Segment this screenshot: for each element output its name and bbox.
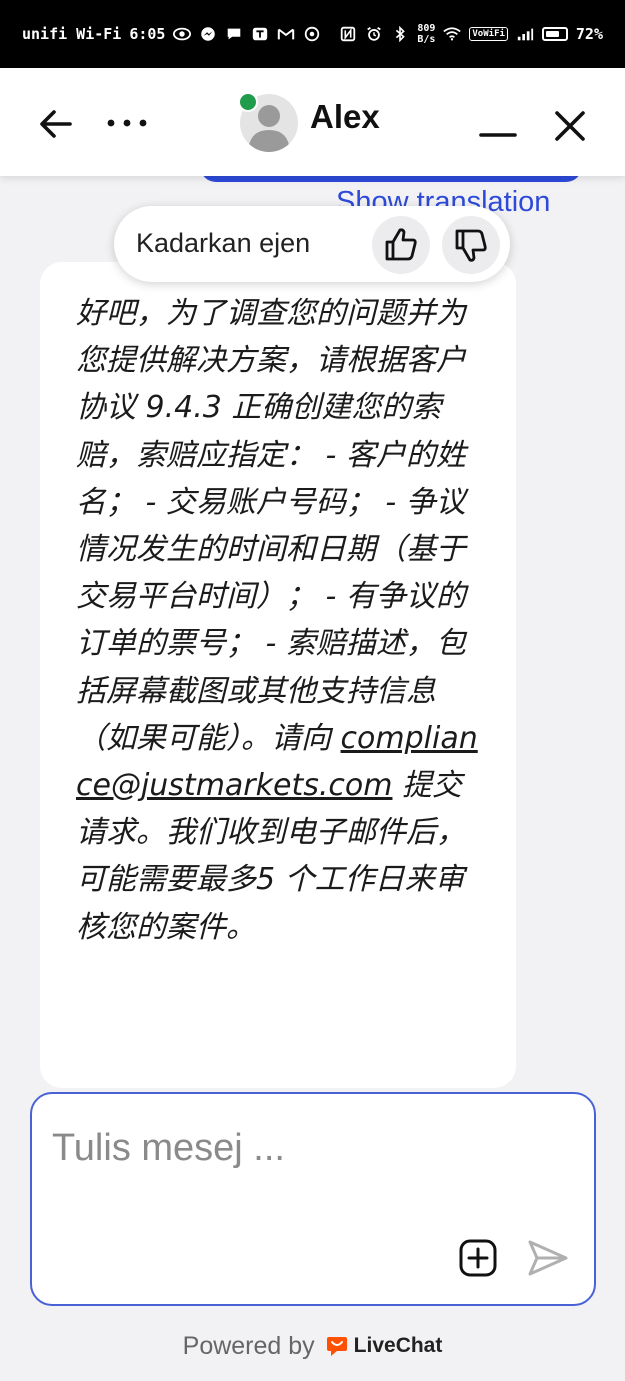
thumbs-up-icon <box>385 228 417 261</box>
clock: 6:05 <box>129 25 166 43</box>
more-options-icon[interactable] <box>104 108 150 138</box>
eye-icon <box>173 27 192 41</box>
livechat-logo-icon <box>326 1337 347 1356</box>
rate-agent-bar: Kadarkan ejen <box>114 206 510 282</box>
messenger-icon <box>201 27 216 41</box>
minimize-icon[interactable] <box>478 106 518 146</box>
gmail-icon <box>278 28 295 40</box>
network-speed-unit: B/s <box>417 34 436 45</box>
battery-icon <box>541 27 568 41</box>
wifi-icon <box>443 27 462 41</box>
chat-header: Alex <box>0 68 625 176</box>
nfc-icon <box>341 26 356 42</box>
status-bar: unifi Wi-Fi 6:05 809 B/s VoWiFi 72% <box>0 0 625 68</box>
powered-by-footer: Powered by LiveChat <box>0 1326 625 1366</box>
message-composer <box>30 1092 596 1306</box>
chat-bubble-icon <box>228 28 241 40</box>
alarm-icon <box>367 26 382 41</box>
carrier-label: unifi Wi-Fi <box>22 25 122 43</box>
bluetooth-icon <box>396 26 406 42</box>
vowifi-badge: VoWiFi <box>469 27 508 41</box>
livechat-brand-name: LiveChat <box>353 1334 443 1357</box>
agent-name: Alex <box>310 98 380 135</box>
send-icon[interactable] <box>526 1238 570 1278</box>
status-bar-right: 809 B/s VoWiFi 72% <box>339 23 603 45</box>
signal-icon <box>517 28 534 41</box>
status-bar-left: unifi Wi-Fi 6:05 <box>22 25 321 43</box>
rate-agent-label: Kadarkan ejen <box>136 228 311 258</box>
app-t-icon <box>253 27 268 41</box>
network-speed-value: 809 <box>417 23 436 34</box>
message-text-start: 好吧，为了调查您的问题并为您提供解决方案，请根据客户协议 9.4.3 正确创建您… <box>76 296 466 756</box>
chrome-icon <box>305 26 320 42</box>
add-attachment-icon[interactable] <box>458 1238 498 1278</box>
livechat-brand[interactable]: LiveChat <box>325 1334 443 1358</box>
powered-by-label: Powered by <box>182 1331 315 1360</box>
agent-message-text: 好吧，为了调查您的问题并为您提供解决方案，请根据客户协议 9.4.3 正确创建您… <box>76 290 486 951</box>
close-icon[interactable] <box>550 106 590 146</box>
thumbs-up-button[interactable] <box>372 216 430 274</box>
message-input[interactable] <box>52 1124 572 1172</box>
agent-message-bubble: 好吧，为了调查您的问题并为您提供解决方案，请根据客户协议 9.4.3 正确创建您… <box>40 262 516 1088</box>
battery-fill <box>545 31 559 37</box>
network-speed: 809 B/s <box>417 23 435 45</box>
online-status-dot <box>238 92 258 112</box>
thumbs-down-button[interactable] <box>442 216 500 274</box>
back-arrow-icon[interactable] <box>36 104 76 144</box>
thumbs-down-icon <box>455 229 487 262</box>
battery-percent: 72% <box>575 25 603 43</box>
